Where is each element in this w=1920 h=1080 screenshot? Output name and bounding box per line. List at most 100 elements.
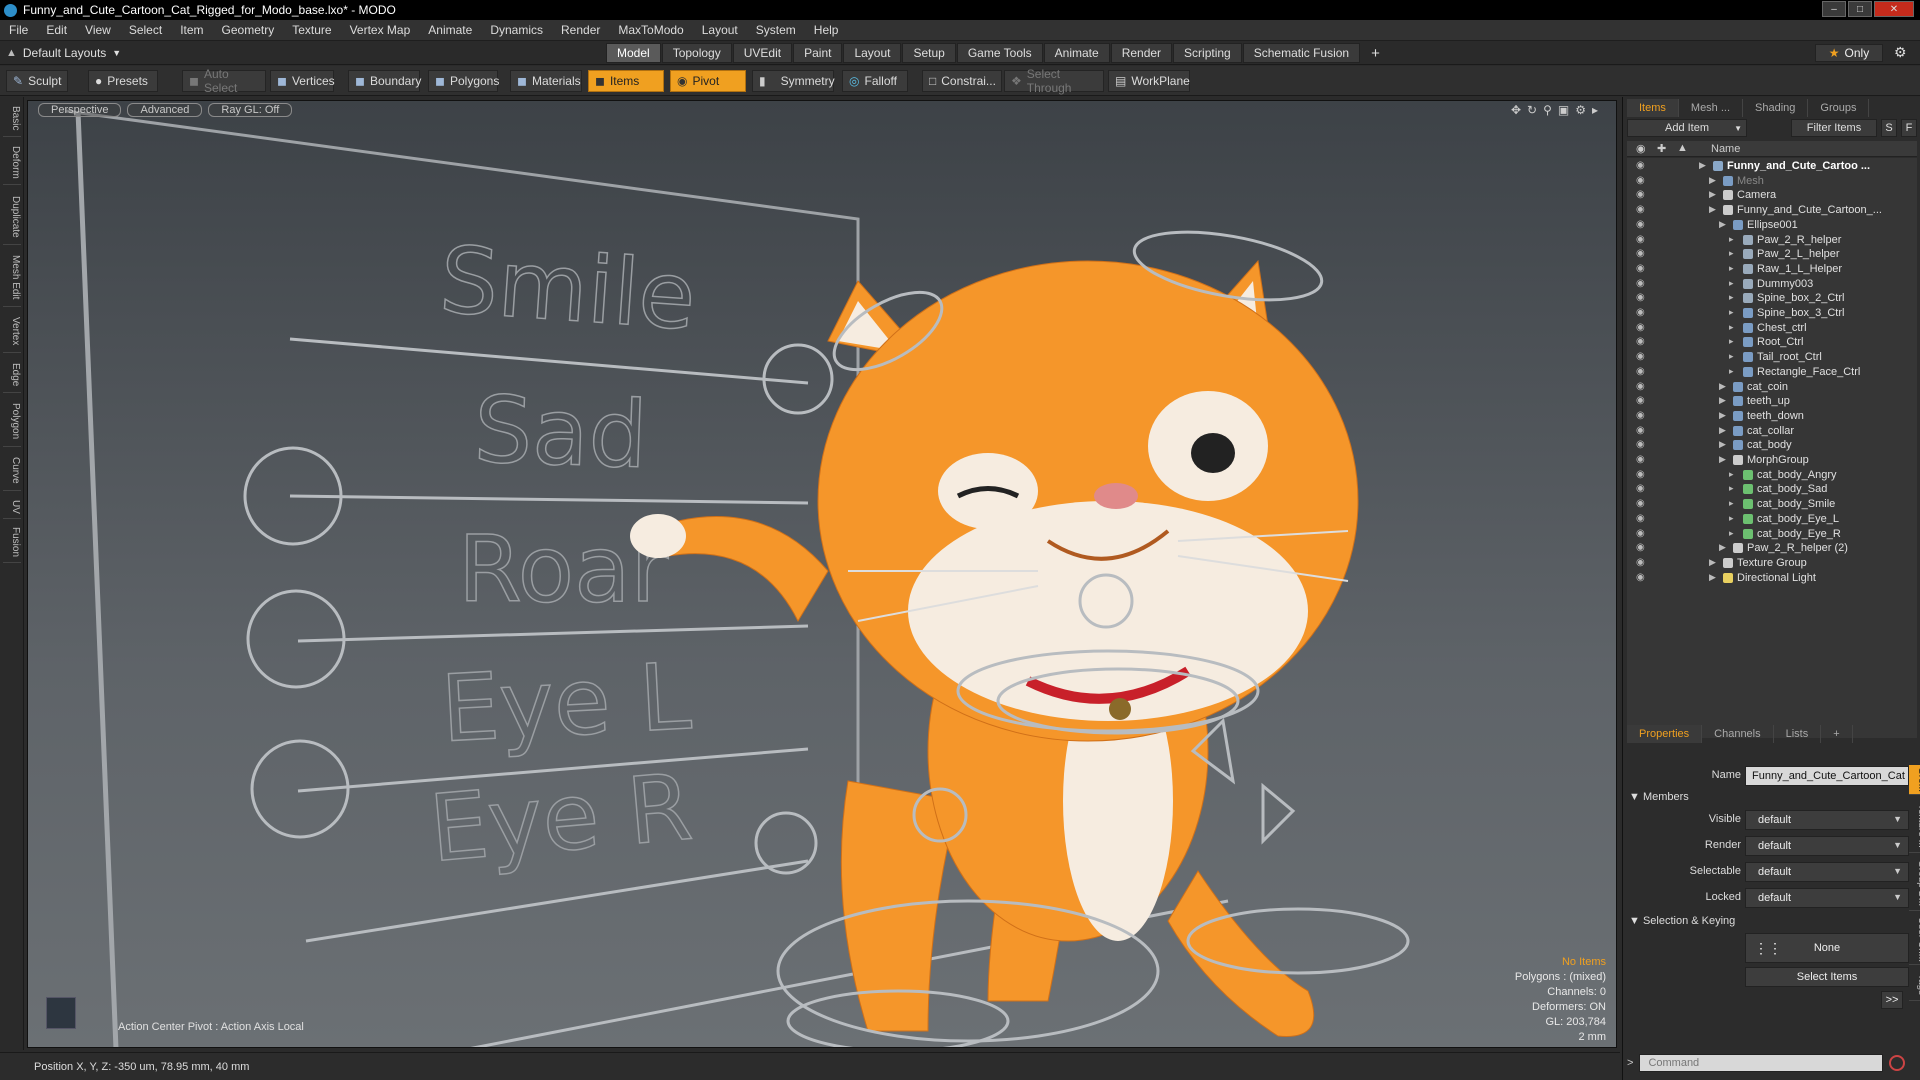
tab-model[interactable]: Model (606, 43, 661, 63)
eye-icon[interactable]: ◉ (1636, 263, 1648, 275)
eye-icon[interactable]: ◉ (1636, 322, 1648, 334)
tab-channels[interactable]: Channels (1702, 725, 1774, 743)
viewport-menu-icon[interactable]: ▸ (1592, 103, 1598, 117)
root-control-ring[interactable] (776, 899, 1160, 1043)
expand-arrow-icon[interactable]: ▸ (1729, 234, 1734, 245)
zoom-view-icon[interactable]: ⚲ (1543, 103, 1552, 117)
expand-arrow-icon[interactable]: ▶ (1719, 425, 1726, 436)
expand-arrow-icon[interactable]: ▶ (1719, 542, 1726, 553)
vtab-deform[interactable]: Deform (3, 141, 21, 185)
selectable-dropdown[interactable]: default ▼ (1745, 862, 1909, 882)
tab-paint[interactable]: Paint (793, 43, 843, 63)
menu-texture[interactable]: Texture (283, 23, 340, 37)
eye-icon[interactable]: ◉ (1636, 381, 1648, 393)
vtab-duplicate[interactable]: Duplicate (3, 189, 21, 245)
add-panel-tab-button[interactable]: + (1821, 725, 1853, 743)
root-arrow-right[interactable] (1261, 782, 1296, 845)
expand-arrow-icon[interactable]: ▶ (1719, 410, 1726, 421)
expand-arrow-icon[interactable]: ▸ (1729, 292, 1734, 303)
expand-arrow-icon[interactable]: ▶ (1719, 381, 1726, 392)
expand-arrow-icon[interactable]: ▸ (1729, 336, 1734, 347)
items-button[interactable]: ◼ Items (588, 70, 664, 92)
vtab-curve[interactable]: Curve (3, 451, 21, 491)
workplane-button[interactable]: ▤ WorkPlane (1108, 70, 1190, 92)
eye-icon[interactable]: ◉ (1636, 425, 1648, 437)
vtab-vertex[interactable]: Vertex (3, 311, 21, 353)
name-field[interactable]: Funny_and_Cute_Cartoon_Cat (1745, 766, 1909, 786)
eye-icon[interactable]: ◉ (1636, 336, 1648, 348)
locked-dropdown[interactable]: default ▼ (1745, 888, 1909, 908)
eye-icon[interactable]: ◉ (1636, 542, 1648, 554)
shading-mode-button[interactable]: Advanced (127, 103, 203, 117)
eye-icon[interactable]: ◉ (1636, 366, 1648, 378)
raygl-button[interactable]: Ray GL: Off (208, 103, 293, 117)
fit-view-icon[interactable]: ▣ (1558, 103, 1569, 117)
menu-layout[interactable]: Layout (693, 23, 747, 37)
members-section[interactable]: ▼ Members (1629, 791, 1689, 803)
tab-topology[interactable]: Topology (661, 43, 732, 63)
tab-mesh[interactable]: Mesh ... (1679, 99, 1744, 117)
side-tab-tags[interactable]: Tags (1909, 969, 1920, 1001)
expand-arrow-icon[interactable]: ▶ (1709, 189, 1716, 200)
expand-arrow-icon[interactable]: ▸ (1729, 498, 1734, 509)
menu-maxtomodo[interactable]: MaxToModo (609, 23, 692, 37)
eye-icon[interactable]: ◉ (1636, 307, 1648, 319)
eye-icon[interactable]: ◉ (1636, 234, 1648, 246)
tab-game-tools[interactable]: Game Tools (956, 43, 1043, 63)
expand-arrow-icon[interactable]: ▸ (1729, 351, 1734, 362)
search-toggle-button[interactable]: S (1881, 119, 1897, 137)
tab-lists[interactable]: Lists (1774, 725, 1822, 743)
record-icon[interactable] (1889, 1055, 1906, 1071)
tab-layout[interactable]: Layout (843, 43, 902, 63)
filter-toggle-button[interactable]: F (1901, 119, 1917, 137)
menu-render[interactable]: Render (552, 23, 609, 37)
vtab-mesh-edit[interactable]: Mesh Edit (3, 249, 21, 307)
expand-arrow-icon[interactable]: ▸ (1729, 263, 1734, 274)
side-tab-group[interactable]: Gro... (1909, 765, 1920, 795)
presets-button[interactable]: ● Presets (88, 70, 158, 92)
eye-icon[interactable]: ◉ (1636, 160, 1648, 172)
symmetry-button[interactable]: ▮ Symmetry (752, 70, 835, 92)
expand-arrow-icon[interactable]: ▸ (1729, 322, 1734, 333)
menu-edit[interactable]: Edit (37, 23, 76, 37)
add-item-button[interactable]: Add Item ▼ (1627, 119, 1747, 137)
materials-button[interactable]: ◼ Materials (510, 70, 582, 92)
side-tab-user-channels[interactable]: User Ch... (1909, 915, 1920, 965)
tab-properties[interactable]: Properties (1627, 725, 1703, 743)
eye-icon[interactable]: ◉ (1636, 248, 1648, 260)
layout-selector[interactable]: ▲ Default Layouts ▼ (6, 44, 121, 62)
gear-icon[interactable]: ⚙ (1894, 44, 1907, 61)
menu-geometry[interactable]: Geometry (213, 23, 284, 37)
only-button[interactable]: ★ Only (1815, 44, 1883, 62)
menu-dynamics[interactable]: Dynamics (481, 23, 552, 37)
selection-keying-section[interactable]: ▼ Selection & Keying (1629, 915, 1735, 927)
tab-shading[interactable]: Shading (1743, 99, 1809, 117)
expand-arrow-icon[interactable]: ▶ (1719, 439, 1726, 450)
add-tab-button[interactable]: + (1361, 43, 1390, 63)
eye-icon[interactable]: ◉ (1636, 219, 1648, 231)
vtab-fusion[interactable]: Fusion (3, 523, 21, 563)
expand-arrow-icon[interactable]: ▶ (1699, 160, 1706, 171)
polygons-button[interactable]: ◼ Polygons (428, 70, 499, 92)
side-tab-texture[interactable]: Texture ... (1909, 799, 1920, 853)
eye-icon[interactable]: ◉ (1636, 498, 1648, 510)
menu-help[interactable]: Help (805, 23, 848, 37)
rotate-view-icon[interactable]: ↻ (1527, 103, 1537, 117)
eye-icon[interactable]: ◉ (1636, 572, 1648, 584)
expand-arrow-icon[interactable]: ▶ (1709, 557, 1716, 568)
menu-vertex-map[interactable]: Vertex Map (341, 23, 420, 37)
vtab-basic[interactable]: Basic (3, 101, 21, 137)
sculpt-button[interactable]: ✎ Sculpt (6, 70, 68, 92)
eye-icon[interactable]: ◉ (1636, 439, 1648, 451)
menu-select[interactable]: Select (120, 23, 171, 37)
vtab-uv[interactable]: UV (3, 495, 21, 519)
expand-arrow-icon[interactable]: ▸ (1729, 513, 1734, 524)
vertices-button[interactable]: ◼ Vertices (270, 70, 335, 92)
expand-arrow-icon[interactable]: ▶ (1709, 175, 1716, 186)
maximize-button[interactable]: □ (1848, 1, 1872, 17)
menu-view[interactable]: View (76, 23, 120, 37)
eye-icon[interactable]: ◉ (1636, 557, 1648, 569)
vtab-polygon[interactable]: Polygon (3, 397, 21, 447)
3d-viewport[interactable]: Smile Sad Roar Eye L Eye R Perspective A… (27, 100, 1617, 1048)
expand-arrow-icon[interactable]: ▸ (1729, 278, 1734, 289)
